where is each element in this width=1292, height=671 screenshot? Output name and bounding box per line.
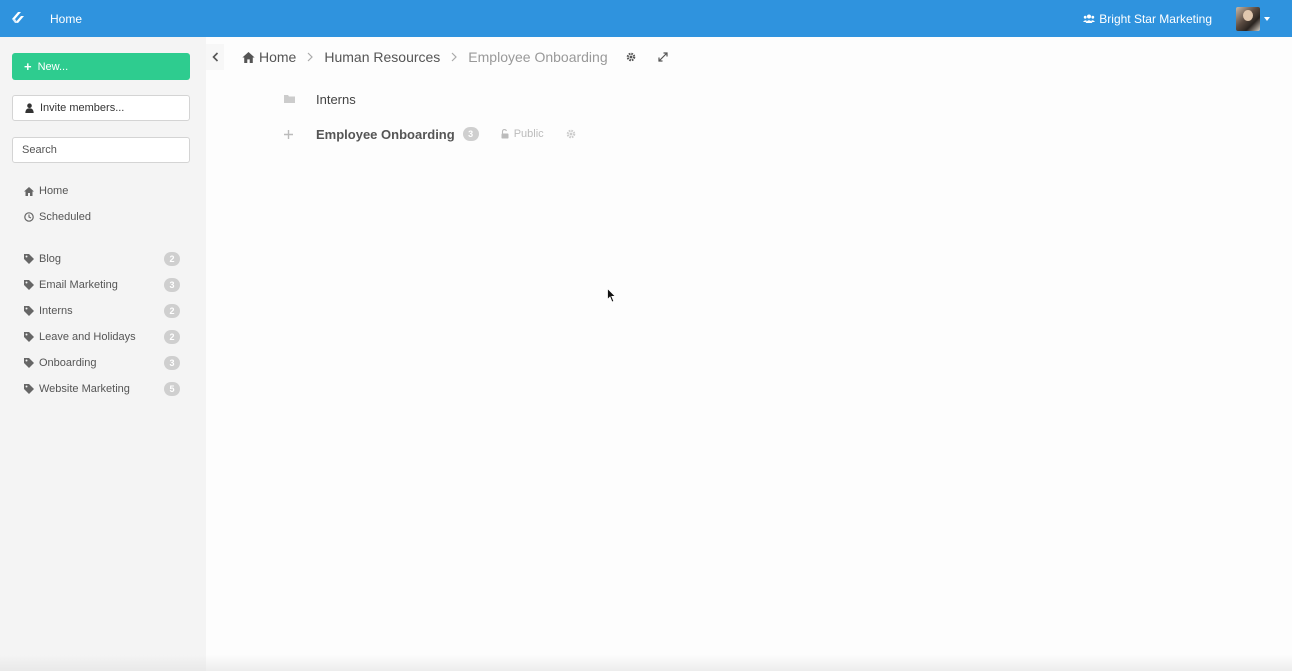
sidebar-tag-label: Website Marketing bbox=[39, 383, 130, 395]
tag-count-badge: 3 bbox=[164, 278, 180, 292]
top-home-link[interactable]: Home bbox=[50, 12, 82, 26]
breadcrumb-human-resources[interactable]: Human Resources bbox=[324, 49, 440, 65]
new-button[interactable]: + New... bbox=[12, 53, 190, 80]
chevron-right-icon bbox=[451, 52, 458, 62]
folder-icon bbox=[284, 95, 316, 103]
tag-icon bbox=[24, 306, 35, 316]
sidebar-tag-blog[interactable]: Blog 2 bbox=[24, 250, 182, 268]
chevron-right-icon bbox=[307, 52, 314, 62]
chevron-down-icon[interactable] bbox=[1264, 16, 1270, 21]
sidebar-tag-email-marketing[interactable]: Email Marketing 3 bbox=[24, 276, 182, 294]
user-icon bbox=[25, 103, 34, 113]
collapse-sidebar-button[interactable] bbox=[206, 44, 224, 70]
visibility-label: Public bbox=[513, 128, 544, 140]
invite-members-button[interactable]: Invite members... bbox=[12, 95, 190, 121]
visibility-status[interactable]: Public bbox=[501, 128, 544, 140]
search-input[interactable] bbox=[12, 137, 190, 163]
tag-icon bbox=[24, 280, 35, 290]
list-item-folder[interactable]: Interns bbox=[284, 89, 356, 109]
breadcrumb-label: Home bbox=[259, 49, 297, 65]
sidebar-tag-interns[interactable]: Interns 2 bbox=[24, 302, 182, 320]
stack-logo-icon[interactable] bbox=[8, 9, 28, 29]
gear-icon[interactable] bbox=[566, 129, 576, 139]
folder-title[interactable]: Interns bbox=[316, 92, 356, 107]
invite-members-label: Invite members... bbox=[40, 102, 125, 114]
sidebar-tag-label: Onboarding bbox=[39, 357, 97, 369]
item-count-badge: 3 bbox=[462, 127, 479, 141]
home-icon bbox=[242, 51, 255, 63]
clock-icon bbox=[24, 212, 35, 222]
stack-title[interactable]: Employee Onboarding bbox=[316, 127, 455, 142]
sidebar-tag-label: Interns bbox=[39, 305, 73, 317]
unlock-icon bbox=[501, 129, 509, 139]
expand-icon[interactable] bbox=[658, 52, 668, 62]
tag-count-badge: 3 bbox=[164, 356, 180, 370]
breadcrumb-home[interactable]: Home bbox=[242, 49, 296, 65]
team-name: Bright Star Marketing bbox=[1099, 11, 1212, 26]
list-item-stack[interactable]: Employee Onboarding 3 Public bbox=[284, 124, 576, 144]
sidebar: + New... Invite members... Home Schedule… bbox=[0, 37, 206, 671]
plus-icon: + bbox=[24, 59, 32, 74]
team-switcher[interactable]: Bright Star Marketing bbox=[1083, 12, 1212, 26]
sidebar-item-scheduled[interactable]: Scheduled bbox=[24, 208, 182, 226]
sidebar-tag-leave-and-holidays[interactable]: Leave and Holidays 2 bbox=[24, 328, 182, 346]
sidebar-tag-website-marketing[interactable]: Website Marketing 5 bbox=[24, 380, 182, 398]
breadcrumb: Home Human Resources Employee Onboarding bbox=[242, 47, 668, 67]
sidebar-item-home[interactable]: Home bbox=[24, 182, 182, 200]
tag-count-badge: 2 bbox=[164, 304, 180, 318]
bottom-shadow bbox=[0, 655, 1292, 671]
new-button-label: New... bbox=[37, 60, 69, 73]
sidebar-tag-label: Leave and Holidays bbox=[39, 331, 136, 343]
gear-icon[interactable] bbox=[626, 52, 636, 62]
sidebar-item-label: Home bbox=[39, 185, 69, 197]
breadcrumb-current: Employee Onboarding bbox=[468, 49, 608, 65]
sidebar-tag-label: Email Marketing bbox=[39, 279, 118, 291]
tag-icon bbox=[24, 384, 35, 394]
top-navigation-bar: Home Bright Star Marketing bbox=[0, 0, 1292, 37]
tag-count-badge: 5 bbox=[164, 382, 180, 396]
tag-count-badge: 2 bbox=[164, 330, 180, 344]
tag-icon bbox=[24, 254, 35, 264]
sidebar-item-label: Scheduled bbox=[39, 211, 91, 223]
mouse-cursor-icon bbox=[607, 288, 617, 303]
tag-count-badge: 2 bbox=[164, 252, 180, 266]
chevron-left-icon bbox=[211, 52, 218, 62]
user-avatar[interactable] bbox=[1236, 6, 1260, 31]
plus-icon[interactable] bbox=[284, 129, 316, 139]
users-icon bbox=[1083, 14, 1096, 23]
home-icon bbox=[24, 186, 35, 196]
tag-icon bbox=[24, 332, 35, 342]
sidebar-tag-label: Blog bbox=[39, 253, 62, 265]
tag-icon bbox=[24, 358, 35, 368]
sidebar-tag-onboarding[interactable]: Onboarding 3 bbox=[24, 354, 182, 372]
